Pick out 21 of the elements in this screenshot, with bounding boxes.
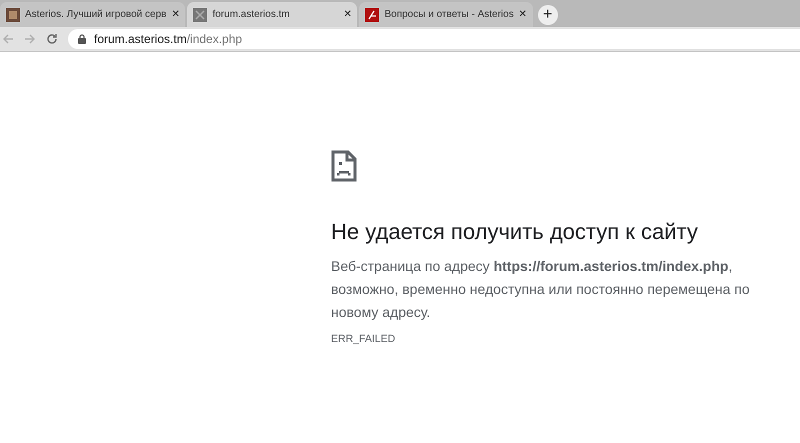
tab-title: Вопросы и ответы - Asterios [384,8,514,22]
url-text: forum.asterios.tm/index.php [94,31,242,48]
browser-tab[interactable]: Asterios. Лучший игровой серв ✕ [0,2,186,27]
error-message: Веб-страница по адресу https://forum.asterios.tm/index.php, возможно, временно недоступна или постоянно перемещена по новому адресу. [331,257,751,322]
error-code: ERR_FAILED [331,332,396,347]
favicon-icon [193,8,208,22]
address-bar[interactable]: forum.asterios.tm/index.php [68,29,800,49]
close-tab-button[interactable]: ✕ [343,7,352,22]
browser-tab[interactable]: forum.asterios.tm ✕ [187,2,358,27]
sad-page-icon [331,150,357,182]
error-heading: Не удается получить доступ к сайту [331,218,699,246]
new-tab-button[interactable]: + [538,5,558,25]
close-tab-button[interactable]: ✕ [171,7,180,22]
favicon-icon [365,8,380,22]
close-tab-button[interactable]: ✕ [518,7,527,22]
browser-tab[interactable]: Вопросы и ответы - Asterios ✕ [359,2,533,27]
favicon-icon [6,8,20,22]
tab-title: Asterios. Лучший игровой серв [25,8,166,22]
tab-title: forum.asterios.tm [212,8,291,22]
reload-icon[interactable] [46,33,58,45]
lock-icon[interactable] [78,34,86,44]
